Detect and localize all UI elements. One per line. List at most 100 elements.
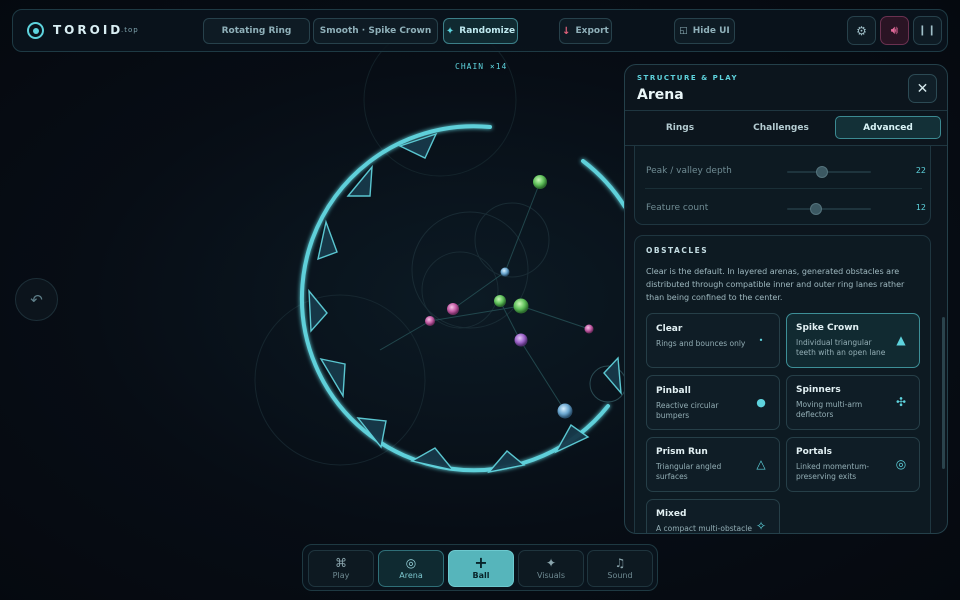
undo-icon: ↶ bbox=[30, 290, 43, 309]
nav-arena-button[interactable]: ◎ Arena bbox=[378, 550, 444, 587]
panel-kicker: STRUCTURE & PLAY bbox=[637, 74, 739, 82]
circle-filled-icon: ● bbox=[756, 395, 766, 409]
obstacle-option-spinners[interactable]: Spinners Moving multi-arm deflectors ✣ bbox=[786, 375, 920, 430]
option-description: Rings and bounces only bbox=[656, 339, 746, 348]
option-description: Individual triangular teeth with an open… bbox=[796, 338, 886, 357]
nav-play-button[interactable]: ⌘ Play bbox=[308, 550, 374, 587]
slider-track[interactable] bbox=[787, 208, 871, 210]
option-title: Spike Crown bbox=[796, 323, 859, 333]
option-title: Spinners bbox=[796, 385, 841, 395]
preset-label: Rotating Ring bbox=[221, 26, 292, 36]
option-title: Clear bbox=[656, 324, 683, 334]
pause-icon: ❙❙ bbox=[918, 25, 937, 36]
panel-tabs: Rings Challenges Advanced bbox=[627, 116, 943, 140]
pause-button[interactable]: ❙❙ bbox=[913, 16, 942, 45]
nav-label: Ball bbox=[472, 571, 490, 580]
hide-icon: ◱ bbox=[679, 26, 688, 36]
sound-toggle-button[interactable]: 🔊︎ bbox=[880, 16, 909, 45]
divider bbox=[645, 188, 922, 189]
slider-handle[interactable] bbox=[816, 166, 829, 178]
preset-rotating-ring-button[interactable]: Rotating Ring bbox=[203, 18, 310, 44]
music-note-icon: ♫ bbox=[614, 556, 626, 570]
arena-panel: STRUCTURE & PLAY Arena ✕ Rings Challenge… bbox=[624, 64, 948, 534]
portal-icon: ◎ bbox=[895, 457, 907, 471]
logo-icon bbox=[27, 22, 44, 39]
speaker-icon: 🔊︎ bbox=[890, 23, 899, 37]
brand-name: TOROID bbox=[53, 23, 124, 37]
tab-rings[interactable]: Rings bbox=[632, 116, 728, 139]
settings-button[interactable]: ⚙ bbox=[847, 16, 876, 45]
nav-label: Play bbox=[332, 571, 350, 580]
triangle-filled-icon: ▲ bbox=[896, 333, 906, 347]
top-bar: TOROID .top Rotating Ring Smooth · Spike… bbox=[12, 9, 948, 52]
sparkle-icon: ✦ bbox=[545, 556, 557, 570]
slider-label: Feature count bbox=[646, 203, 709, 213]
obstacles-heading: OBSTACLES bbox=[646, 246, 709, 255]
gear-icon: ⚙ bbox=[856, 23, 867, 38]
nav-label: Sound bbox=[607, 571, 633, 580]
option-title: Portals bbox=[796, 447, 833, 457]
option-description: Linked momentum-preserving exits bbox=[796, 462, 870, 481]
option-title: Mixed bbox=[656, 509, 687, 519]
nav-label: Visuals bbox=[536, 571, 566, 580]
export-button[interactable]: ↓ Export bbox=[559, 18, 612, 44]
triangle-outline-icon: △ bbox=[756, 457, 766, 471]
tab-label: Challenges bbox=[753, 122, 809, 133]
obstacle-option-mixed[interactable]: Mixed A compact multi-obstacle ✧ bbox=[646, 499, 780, 533]
randomize-label: Randomize bbox=[459, 26, 516, 36]
sparkle-icon: ✦ bbox=[445, 25, 455, 37]
hide-ui-button[interactable]: ◱ Hide UI bbox=[674, 18, 735, 44]
ball-trails bbox=[379, 181, 590, 412]
target-icon: ◎ bbox=[405, 556, 417, 570]
obstacle-option-clear[interactable]: Clear Rings and bounces only • bbox=[646, 313, 780, 368]
balls bbox=[425, 175, 594, 419]
randomize-button[interactable]: ✦ Randomize bbox=[443, 18, 518, 44]
option-description: Triangular angled surfaces bbox=[656, 462, 722, 481]
command-icon: ⌘ bbox=[335, 556, 347, 570]
preset-spike-crown-button[interactable]: Smooth · Spike Crown bbox=[313, 18, 438, 44]
divider bbox=[625, 110, 947, 111]
tab-advanced[interactable]: Advanced bbox=[835, 116, 941, 139]
tab-label: Rings bbox=[665, 122, 695, 133]
option-description: Moving multi-arm deflectors bbox=[796, 400, 863, 419]
outer-ring bbox=[299, 124, 627, 473]
export-label: Export bbox=[575, 26, 609, 36]
preset-label: Smooth · Spike Crown bbox=[319, 26, 432, 36]
slider-feature-count[interactable]: Feature count 12 bbox=[646, 199, 926, 219]
spinner-icon: ✣ bbox=[895, 395, 907, 409]
tab-label: Advanced bbox=[863, 122, 913, 133]
slider-card: Peak / valley depth 22 Feature count 12 bbox=[634, 146, 931, 225]
slider-value: 12 bbox=[915, 203, 926, 212]
nav-visuals-button[interactable]: ✦ Visuals bbox=[518, 550, 584, 587]
obstacle-option-pinball[interactable]: Pinball Reactive circular bumpers ● bbox=[646, 375, 780, 430]
slider-label: Peak / valley depth bbox=[646, 166, 732, 176]
panel-scroll-area[interactable]: Peak / valley depth 22 Feature count 12 … bbox=[625, 146, 947, 533]
slider-peak-valley-depth[interactable]: Peak / valley depth 22 bbox=[646, 162, 926, 182]
obstacles-description: Clear is the default. In layered arenas,… bbox=[646, 267, 905, 302]
obstacles-card: OBSTACLES Clear is the default. In layer… bbox=[634, 235, 931, 533]
undo-button[interactable]: ↶ bbox=[15, 278, 58, 321]
nav-ball-button[interactable]: + Ball bbox=[448, 550, 514, 587]
nav-sound-button[interactable]: ♫ Sound bbox=[587, 550, 653, 587]
nav-label: Arena bbox=[399, 571, 423, 580]
slider-track[interactable] bbox=[787, 171, 871, 173]
panel-title: Arena bbox=[637, 87, 684, 103]
obstacle-option-portals[interactable]: Portals Linked momentum-preserving exits… bbox=[786, 437, 920, 492]
obstacle-option-prism-run[interactable]: Prism Run Triangular angled surfaces △ bbox=[646, 437, 780, 492]
brand-tld: .top bbox=[121, 26, 139, 34]
obstacle-option-spike-crown[interactable]: Spike Crown Individual triangular teeth … bbox=[786, 313, 920, 368]
plus-icon: + bbox=[474, 553, 488, 572]
chain-counter: CHAIN ×14 bbox=[455, 62, 508, 71]
option-title: Prism Run bbox=[656, 447, 708, 457]
option-description: A compact multi-obstacle bbox=[656, 524, 752, 533]
hide-ui-label: Hide UI bbox=[692, 26, 730, 36]
slider-handle[interactable] bbox=[809, 203, 822, 215]
close-icon: ✕ bbox=[916, 80, 929, 97]
close-button[interactable]: ✕ bbox=[908, 74, 937, 103]
scrollbar-thumb[interactable] bbox=[942, 317, 945, 469]
slider-value: 22 bbox=[915, 166, 926, 175]
option-title: Pinball bbox=[656, 386, 691, 396]
dot-icon: • bbox=[758, 335, 764, 345]
tab-challenges[interactable]: Challenges bbox=[731, 116, 831, 139]
option-description: Reactive circular bumpers bbox=[656, 401, 719, 420]
